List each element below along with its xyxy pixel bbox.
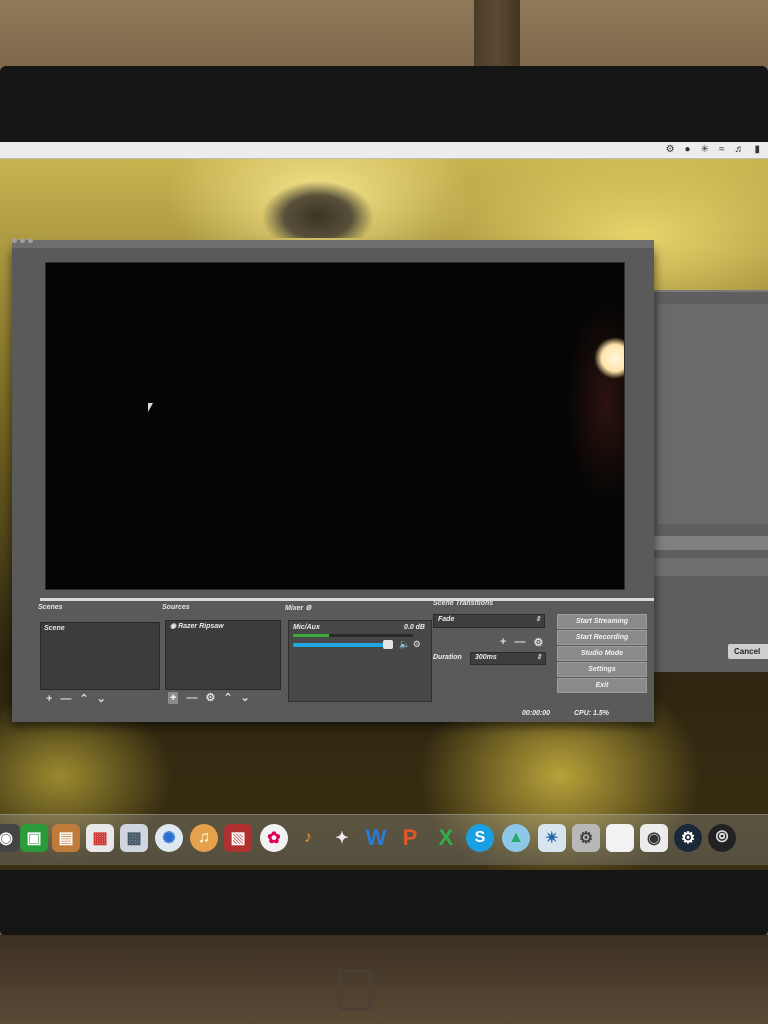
background-window-panel	[658, 304, 768, 524]
scenes-list[interactable]: Scene	[40, 622, 160, 690]
sources-list[interactable]: ◉ Razer Ripsaw	[165, 620, 281, 690]
contacts-icon[interactable]: ▤	[52, 824, 80, 852]
mixer-label-text: Mixer	[285, 605, 304, 612]
remove-icon[interactable]: —	[514, 636, 525, 649]
stream-time: 00:00:00	[522, 710, 551, 717]
chevron-down-icon: ⇕	[535, 616, 541, 623]
transition-toolbar: + — ⚙	[500, 636, 543, 649]
photo-booth-icon[interactable]: ▧	[224, 824, 252, 852]
scene-transitions-label: Scene Transitions	[433, 600, 494, 607]
audio-meter-fill	[293, 634, 329, 637]
desktop-screen: ⚙ ● ✳ ≈ ♬ ▮ Cancel Scenes Sources Mixer …	[0, 142, 768, 870]
source-name: Razer Ripsaw	[178, 623, 224, 630]
controller-icon[interactable]: ◉	[640, 824, 668, 852]
start-streaming-button[interactable]: Start Streaming	[557, 614, 647, 629]
volume-slider[interactable]	[293, 643, 387, 647]
excel-icon[interactable]: X	[432, 824, 460, 852]
facetime-icon[interactable]: ▣	[20, 824, 48, 852]
apple-logo-icon: 	[324, 958, 386, 1024]
skype-icon[interactable]: S	[466, 824, 494, 852]
zoom-window-icon[interactable]	[28, 238, 33, 243]
screen-glare	[566, 303, 624, 503]
preview-divider[interactable]	[40, 598, 654, 601]
calendar-icon[interactable]: ▦	[86, 824, 114, 852]
gear-icon[interactable]: ⚙	[305, 605, 311, 612]
chevron-down-icon: ⇕	[536, 654, 542, 661]
exit-button[interactable]: Exit	[557, 678, 647, 693]
gear-icon[interactable]: ⚙	[413, 639, 421, 649]
close-window-icon[interactable]	[12, 238, 17, 243]
menu-bar-status-icons: ⚙ ● ✳ ≈ ♬ ▮	[666, 144, 760, 156]
visibility-icon[interactable]: ◉	[170, 623, 176, 630]
cpu-usage: CPU: 1.5%	[574, 710, 610, 717]
volume-icon[interactable]: ♬	[734, 144, 744, 156]
list-item[interactable]: ◉ Razer Ripsaw	[166, 621, 280, 631]
move-up-icon[interactable]: ⌃	[223, 692, 232, 704]
list-item[interactable]: Scene	[41, 623, 159, 634]
remove-icon[interactable]: —	[186, 692, 197, 704]
safari-icon[interactable]: ✺	[155, 824, 183, 852]
mixer-level: 0.0 dB	[403, 624, 425, 631]
wifi-icon[interactable]: ≈	[719, 144, 725, 156]
background-window-strip	[652, 536, 768, 550]
notification-icon[interactable]: ⚙	[666, 144, 675, 156]
start-recording-button[interactable]: Start Recording	[557, 630, 647, 645]
audio-meter	[293, 634, 413, 637]
app-store-icon[interactable]: ▲	[502, 824, 530, 852]
inkscape-icon[interactable]: ✦	[328, 824, 356, 852]
minimize-window-icon[interactable]	[20, 238, 25, 243]
mixer-label: Mixer ⚙	[285, 604, 312, 612]
gear-icon[interactable]: ⚙	[205, 692, 215, 704]
transition-select[interactable]: Fade ⇕	[433, 614, 545, 628]
settings-button[interactable]: Settings	[557, 662, 647, 677]
itunes-icon[interactable]: ♫	[190, 824, 218, 852]
mixer-panel: Mic/Aux 0.0 dB 🔈 ⚙	[288, 620, 432, 702]
photos-icon[interactable]: ✿	[260, 824, 288, 852]
preview-icon[interactable]: ▩	[120, 824, 148, 852]
move-down-icon[interactable]: ⌄	[97, 693, 106, 705]
background-window	[652, 290, 768, 672]
remove-icon[interactable]: —	[60, 693, 71, 705]
move-up-icon[interactable]: ⌃	[79, 693, 88, 705]
mouse-cursor-icon	[148, 403, 153, 412]
duration-label: Duration	[433, 654, 462, 661]
mixer-channel-name: Mic/Aux	[293, 624, 320, 631]
background-window-strip	[652, 558, 768, 576]
gear-icon[interactable]: ⚙	[533, 636, 543, 649]
volume-slider-handle[interactable]	[383, 640, 393, 649]
speaker-icon[interactable]: 🔈	[399, 639, 410, 649]
folder-icon[interactable]	[606, 824, 634, 852]
mixer-controls: 🔈 ⚙	[399, 639, 421, 650]
system-preferences-icon[interactable]: ✴	[538, 824, 566, 852]
finder-icon[interactable]: ◉	[0, 824, 20, 852]
word-icon[interactable]: W	[362, 824, 390, 852]
transition-selected: Fade	[438, 616, 455, 623]
cancel-button[interactable]: Cancel	[728, 644, 768, 659]
preview-canvas[interactable]	[45, 262, 625, 590]
scenes-toolbar: + — ⌃ ⌄	[46, 693, 106, 705]
obs-main-window: Scenes Sources Mixer ⚙ Scene Transitions…	[12, 238, 654, 722]
sources-label: Sources	[162, 604, 190, 611]
powerpoint-icon[interactable]: P	[396, 824, 424, 852]
battery-icon[interactable]: ▮	[754, 144, 760, 156]
add-icon[interactable]: +	[500, 636, 506, 649]
bluetooth-icon[interactable]: ✳	[701, 144, 709, 156]
menu-bar: ⚙ ● ✳ ≈ ♬ ▮	[0, 142, 768, 159]
duration-value: 300ms	[475, 654, 497, 661]
duration-stepper[interactable]: 300ms ⇕	[470, 652, 546, 665]
studio-mode-button[interactable]: Studio Mode	[557, 646, 647, 661]
obs-title-bar[interactable]	[12, 240, 654, 248]
steam-icon[interactable]: ⚙	[674, 824, 702, 852]
add-icon[interactable]: +	[168, 692, 179, 704]
record-icon[interactable]: ●	[685, 144, 691, 156]
garageband-icon[interactable]: ♪	[294, 824, 322, 852]
scenes-label: Scenes	[38, 604, 63, 611]
disk-icon[interactable]: ⚙	[572, 824, 600, 852]
wallpaper-figure	[262, 168, 374, 238]
move-down-icon[interactable]: ⌄	[241, 692, 250, 704]
sources-toolbar: + — ⚙ ⌃ ⌄	[168, 692, 250, 704]
obs-icon[interactable]: ⦾	[708, 824, 736, 852]
window-controls	[12, 238, 33, 243]
add-icon[interactable]: +	[46, 693, 52, 705]
